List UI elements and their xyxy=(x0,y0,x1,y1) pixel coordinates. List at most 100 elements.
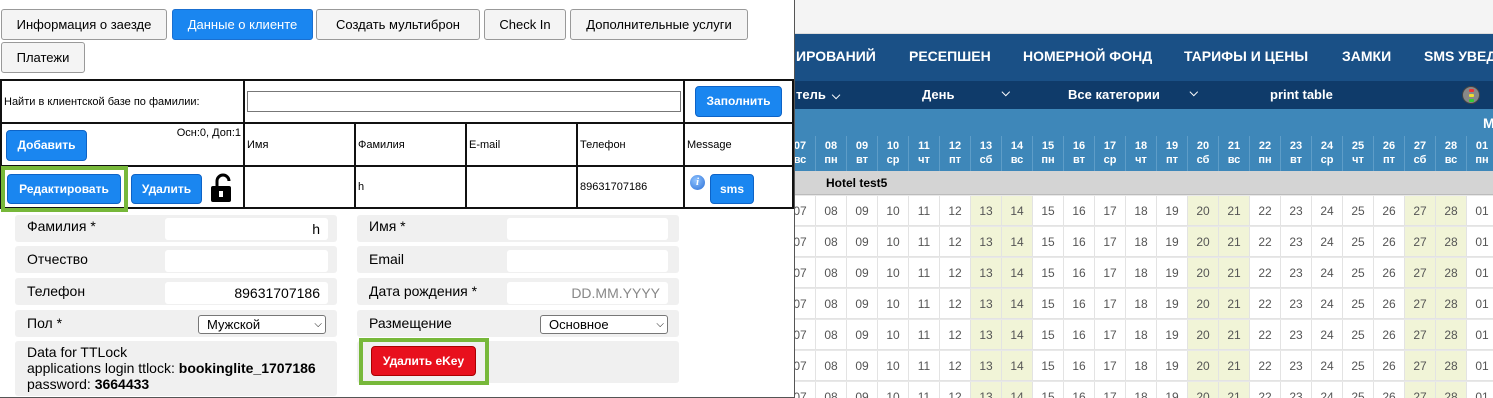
calendar-cell[interactable]: 01 xyxy=(1467,320,1493,350)
calendar-cell[interactable]: 01 xyxy=(1467,227,1493,257)
calendar-cell[interactable]: 28 xyxy=(1436,382,1467,398)
calendar-cell[interactable]: 13 xyxy=(971,351,1002,381)
calendar-cell[interactable]: 20 xyxy=(1188,258,1219,288)
calendar-cell[interactable]: 18 xyxy=(1126,227,1157,257)
calendar-cell[interactable]: 12 xyxy=(940,382,971,398)
calendar-cell[interactable]: 27 xyxy=(1405,320,1436,350)
calendar-cell[interactable]: 27 xyxy=(1405,227,1436,257)
calendar-cell[interactable]: 23 xyxy=(1281,351,1312,381)
fill-button[interactable]: Заполнить xyxy=(695,86,782,117)
calendar-cell[interactable]: 16 xyxy=(1064,258,1095,288)
calendar-cell[interactable]: 19 xyxy=(1157,258,1188,288)
calendar-cell[interactable]: 08 xyxy=(816,258,847,288)
calendar-cell[interactable]: 12 xyxy=(940,320,971,350)
calendar-cell[interactable]: 01 xyxy=(1467,351,1493,381)
calendar-cell[interactable]: 25 xyxy=(1343,351,1374,381)
calendar-cell[interactable]: 21 xyxy=(1219,289,1250,319)
calendar-cell[interactable]: 08 xyxy=(816,320,847,350)
calendar-cell[interactable]: 27 xyxy=(1405,289,1436,319)
calendar-cell[interactable]: 28 xyxy=(1436,196,1467,226)
calendar-cell[interactable]: 24 xyxy=(1312,320,1343,350)
calendar-cell[interactable]: 22 xyxy=(1250,227,1281,257)
calendar-cell[interactable]: 15 xyxy=(1033,196,1064,226)
calendar-cell[interactable]: 27 xyxy=(1405,196,1436,226)
calendar-cell[interactable]: 20 xyxy=(1188,351,1219,381)
calendar-cell[interactable]: 22 xyxy=(1250,258,1281,288)
calendar-cell[interactable]: 17 xyxy=(1095,227,1126,257)
calendar-cell[interactable]: 16 xyxy=(1064,196,1095,226)
calendar-cell[interactable]: 27 xyxy=(1405,351,1436,381)
calendar-cell[interactable]: 13 xyxy=(971,382,1002,398)
calendar-cell[interactable]: 09 xyxy=(847,382,878,398)
tab-additional-services[interactable]: Дополнительные услуги xyxy=(570,9,748,40)
calendar-cell[interactable]: 24 xyxy=(1312,227,1343,257)
nav-item-sms[interactable]: SMS УВЕД xyxy=(1424,48,1493,64)
placement-select[interactable]: Основное ⌵ xyxy=(540,315,668,334)
calendar-cell[interactable]: 16 xyxy=(1064,289,1095,319)
calendar-cell[interactable]: 20 xyxy=(1188,382,1219,398)
calendar-cell[interactable]: 11 xyxy=(909,258,940,288)
nav-item-bookings[interactable]: ИРОВАНИЙ xyxy=(796,48,876,64)
calendar-cell[interactable]: 20 xyxy=(1188,320,1219,350)
gender-select[interactable]: Мужской ⌵ xyxy=(198,315,326,334)
calendar-cell[interactable]: 18 xyxy=(1126,351,1157,381)
calendar-cell[interactable]: 19 xyxy=(1157,320,1188,350)
tab-create-multibooking[interactable]: Создать мультиброн xyxy=(316,9,480,40)
calendar-cell[interactable]: 10 xyxy=(878,196,909,226)
calendar-cell[interactable]: 25 xyxy=(1343,289,1374,319)
calendar-cell[interactable]: 20 xyxy=(1188,289,1219,319)
calendar-cell[interactable]: 19 xyxy=(1157,351,1188,381)
calendar-cell[interactable]: 26 xyxy=(1374,196,1405,226)
surname-search-input[interactable] xyxy=(247,91,681,112)
calendar-cell[interactable]: 09 xyxy=(847,196,878,226)
nav-item-locks[interactable]: ЗАМКИ xyxy=(1342,48,1391,64)
calendar-cell[interactable]: 15 xyxy=(1033,320,1064,350)
calendar-cell[interactable]: 13 xyxy=(971,258,1002,288)
calendar-cell[interactable]: 22 xyxy=(1250,289,1281,319)
calendar-cell[interactable]: 22 xyxy=(1250,196,1281,226)
calendar-cell[interactable]: 18 xyxy=(1126,289,1157,319)
calendar-cell[interactable]: 14 xyxy=(1002,289,1033,319)
patronymic-input[interactable] xyxy=(165,250,328,272)
calendar-cell[interactable]: 25 xyxy=(1343,320,1374,350)
calendar-cell[interactable]: 11 xyxy=(909,289,940,319)
calendar-cell[interactable]: 24 xyxy=(1312,196,1343,226)
calendar-cell[interactable]: 25 xyxy=(1343,382,1374,398)
calendar-cell[interactable]: 01 xyxy=(1467,196,1493,226)
calendar-cell[interactable]: 01 xyxy=(1467,258,1493,288)
calendar-cell[interactable]: 15 xyxy=(1033,351,1064,381)
calendar-cell[interactable]: 20 xyxy=(1188,196,1219,226)
calendar-cell[interactable]: 19 xyxy=(1157,227,1188,257)
calendar-cell[interactable]: 12 xyxy=(940,258,971,288)
nav-item-tariffs[interactable]: ТАРИФЫ И ЦЕНЫ xyxy=(1184,48,1308,64)
tab-payments[interactable]: Платежи xyxy=(1,42,85,73)
calendar-cell[interactable]: 27 xyxy=(1405,382,1436,398)
calendar-cell[interactable]: 13 xyxy=(971,289,1002,319)
calendar-cell[interactable]: 17 xyxy=(1095,320,1126,350)
calendar-cell[interactable]: 08 xyxy=(816,351,847,381)
calendar-cell[interactable]: 21 xyxy=(1219,320,1250,350)
calendar-cell[interactable]: 11 xyxy=(909,351,940,381)
calendar-cell[interactable]: 11 xyxy=(909,227,940,257)
calendar-cell[interactable]: 17 xyxy=(1095,351,1126,381)
unlocked-lock-icon[interactable] xyxy=(209,173,233,203)
calendar-cell[interactable]: 25 xyxy=(1343,227,1374,257)
calendar-cell[interactable]: 10 xyxy=(878,258,909,288)
calendar-cell[interactable]: 09 xyxy=(847,351,878,381)
calendar-cell[interactable]: 08 xyxy=(816,382,847,398)
calendar-cell[interactable]: 24 xyxy=(1312,289,1343,319)
calendar-cell[interactable]: 09 xyxy=(847,227,878,257)
calendar-cell[interactable]: 09 xyxy=(847,320,878,350)
calendar-cell[interactable]: 21 xyxy=(1219,258,1250,288)
calendar-cell[interactable]: 21 xyxy=(1219,351,1250,381)
calendar-cell[interactable]: 12 xyxy=(940,196,971,226)
calendar-cell[interactable]: 23 xyxy=(1281,382,1312,398)
calendar-cell[interactable]: 12 xyxy=(940,227,971,257)
calendar-cell[interactable]: 28 xyxy=(1436,258,1467,288)
calendar-cell[interactable]: 08 xyxy=(816,289,847,319)
calendar-cell[interactable]: 24 xyxy=(1312,382,1343,398)
calendar-cell[interactable]: 26 xyxy=(1374,227,1405,257)
calendar-cell[interactable]: 23 xyxy=(1281,320,1312,350)
calendar-cell[interactable]: 21 xyxy=(1219,196,1250,226)
tab-arrival-info[interactable]: Информация о заезде xyxy=(1,9,167,40)
